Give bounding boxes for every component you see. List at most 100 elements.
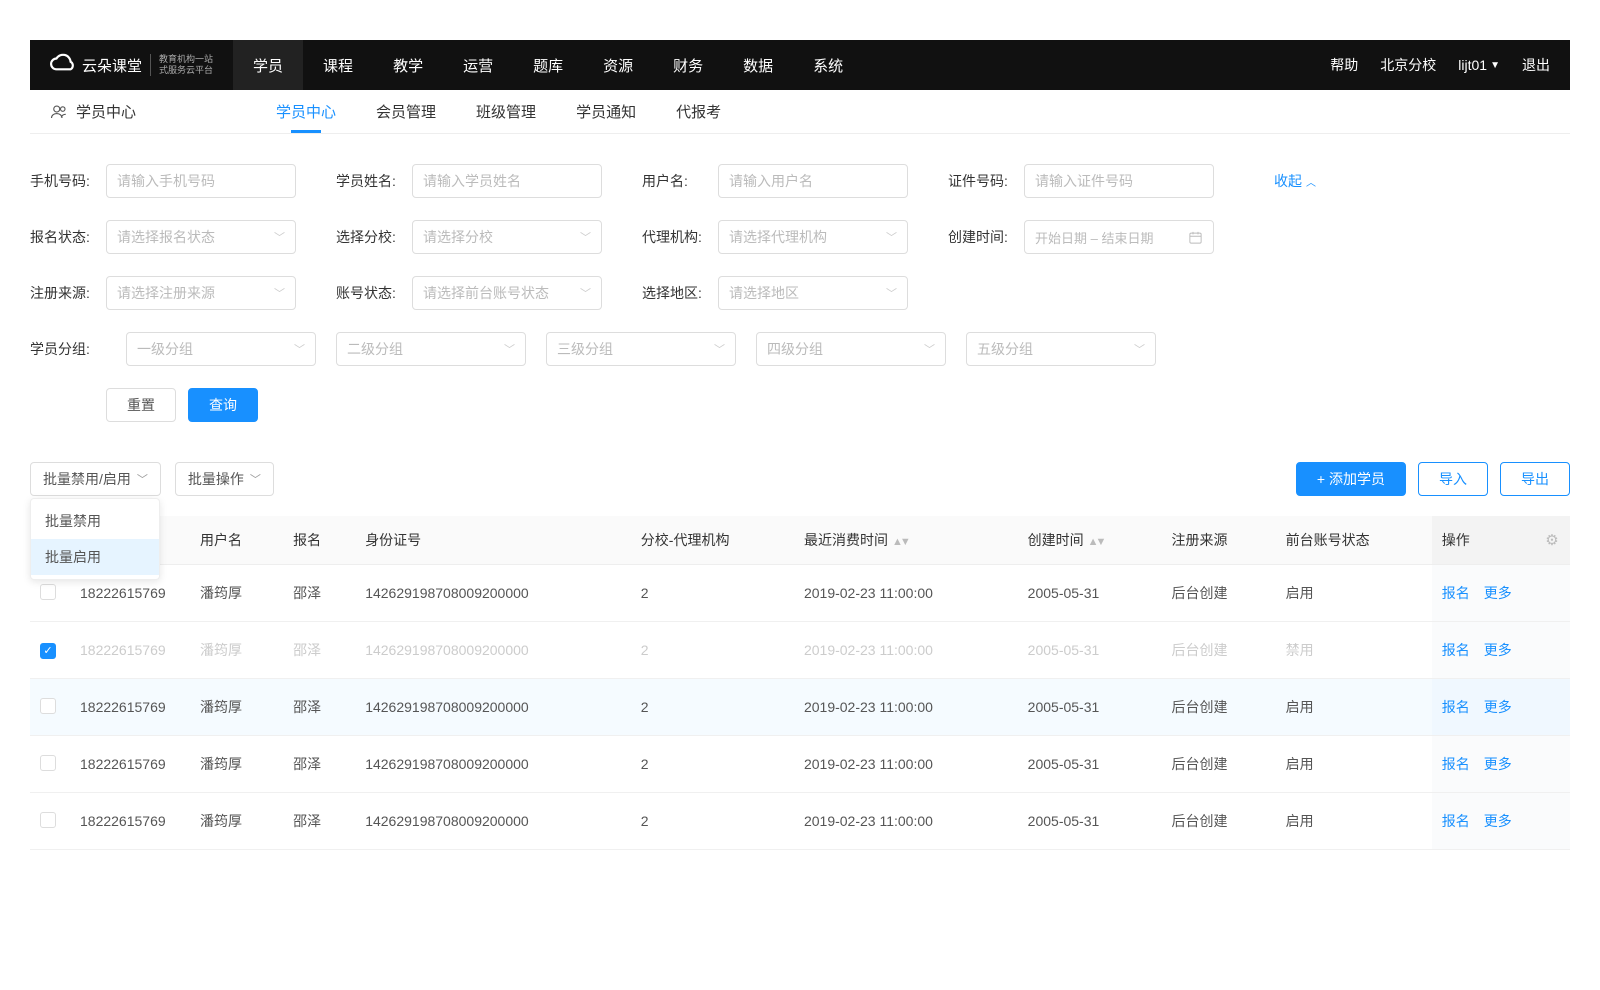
row-checkbox[interactable]	[40, 755, 56, 771]
top-nav-item[interactable]: 运营	[443, 40, 513, 90]
cell-create-time: 2005-05-31	[1018, 622, 1162, 679]
row-checkbox[interactable]	[40, 698, 56, 714]
user-menu[interactable]: lijt01▼	[1458, 57, 1500, 73]
gear-icon[interactable]: ⚙	[1545, 532, 1558, 549]
col-last-consume[interactable]: 最近消费时间▲▼	[794, 516, 1018, 565]
dropdown-item-disable[interactable]: 批量禁用	[31, 503, 159, 539]
action-more[interactable]: 更多	[1484, 813, 1512, 829]
action-enroll[interactable]: 报名	[1442, 813, 1470, 829]
cell-last-consume: 2019-02-23 11:00:00	[794, 565, 1018, 622]
idno-input[interactable]	[1024, 164, 1214, 198]
username-input[interactable]	[718, 164, 908, 198]
filter-label-phone: 手机号码:	[30, 171, 100, 191]
cell-idno: 142629198708009200000	[355, 622, 631, 679]
cell-phone: 18222615769	[70, 736, 190, 793]
table-row: 18222615769潘筠厚邵泽142629198708009200000220…	[30, 565, 1570, 622]
add-student-button[interactable]: + 添加学员	[1296, 462, 1406, 496]
top-nav-item[interactable]: 课程	[303, 40, 373, 90]
sub-nav-item[interactable]: 学员通知	[556, 90, 656, 133]
group-select[interactable]: 四级分组﹀	[756, 332, 946, 366]
group-select[interactable]: 一级分组﹀	[126, 332, 316, 366]
chevron-down-icon: ﹀	[924, 341, 935, 357]
name-input[interactable]	[412, 164, 602, 198]
cell-username: 潘筠厚	[190, 622, 283, 679]
row-checkbox[interactable]	[40, 812, 56, 828]
table-row: ✓18222615769潘筠厚邵泽14262919870800920000022…	[30, 622, 1570, 679]
batch-ops-button[interactable]: 批量操作﹀	[175, 462, 274, 496]
top-nav-item[interactable]: 题库	[513, 40, 583, 90]
top-nav-item[interactable]: 学员	[233, 40, 303, 90]
action-more[interactable]: 更多	[1484, 756, 1512, 772]
caret-down-icon: ▼	[1490, 60, 1500, 71]
filter-label-group: 学员分组:	[30, 332, 100, 366]
cell-phone: 18222615769	[70, 679, 190, 736]
cell-username: 潘筠厚	[190, 736, 283, 793]
cell-create-time: 2005-05-31	[1018, 793, 1162, 850]
action-enroll[interactable]: 报名	[1442, 699, 1470, 715]
branch-select[interactable]: 请选择分校﹀	[412, 220, 602, 254]
cell-enroll: 邵泽	[283, 679, 355, 736]
row-checkbox[interactable]	[40, 584, 56, 600]
cell-idno: 142629198708009200000	[355, 679, 631, 736]
batch-toggle-button[interactable]: 批量禁用/启用﹀	[30, 462, 161, 496]
group-select[interactable]: 三级分组﹀	[546, 332, 736, 366]
chevron-down-icon: ﹀	[580, 229, 591, 245]
action-more[interactable]: 更多	[1484, 699, 1512, 715]
sub-nav-item[interactable]: 班级管理	[456, 90, 556, 133]
cell-create-time: 2005-05-31	[1018, 679, 1162, 736]
logo[interactable]: 云朵课堂 教育机构一站式服务云平台	[50, 52, 233, 78]
logout-link[interactable]: 退出	[1522, 55, 1550, 75]
top-nav-item[interactable]: 资源	[583, 40, 653, 90]
group-select[interactable]: 五级分组﹀	[966, 332, 1156, 366]
reset-button[interactable]: 重置	[106, 388, 176, 422]
filter-label-branch: 选择分校:	[336, 227, 406, 247]
chevron-down-icon: ﹀	[714, 341, 725, 357]
top-nav-item[interactable]: 教学	[373, 40, 443, 90]
cell-branch: 2	[631, 736, 794, 793]
account-status-select[interactable]: 请选择前台账号状态﹀	[412, 276, 602, 310]
cell-branch: 2	[631, 793, 794, 850]
reg-source-select[interactable]: 请选择注册来源﹀	[106, 276, 296, 310]
collapse-toggle[interactable]: 收起︿	[1274, 171, 1316, 191]
action-more[interactable]: 更多	[1484, 585, 1512, 601]
col-create-time[interactable]: 创建时间▲▼	[1018, 516, 1162, 565]
chevron-down-icon: ﹀	[886, 229, 897, 245]
phone-input[interactable]	[106, 164, 296, 198]
action-more[interactable]: 更多	[1484, 642, 1512, 658]
chevron-down-icon: ﹀	[250, 471, 261, 487]
action-enroll[interactable]: 报名	[1442, 642, 1470, 658]
filter-label-reg-source: 注册来源:	[30, 283, 100, 303]
region-select[interactable]: 请选择地区﹀	[718, 276, 908, 310]
action-enroll[interactable]: 报名	[1442, 585, 1470, 601]
cell-last-consume: 2019-02-23 11:00:00	[794, 793, 1018, 850]
table-row: 18222615769潘筠厚邵泽142629198708009200000220…	[30, 736, 1570, 793]
dropdown-item-enable[interactable]: 批量启用	[31, 539, 159, 575]
row-checkbox[interactable]: ✓	[40, 643, 56, 659]
create-time-picker[interactable]: 开始日期 – 结束日期	[1024, 220, 1214, 254]
chevron-down-icon: ﹀	[274, 229, 285, 245]
cell-idno: 142629198708009200000	[355, 736, 631, 793]
agency-select[interactable]: 请选择代理机构﹀	[718, 220, 908, 254]
export-button[interactable]: 导出	[1500, 462, 1570, 496]
cell-account-status: 禁用	[1276, 622, 1432, 679]
group-select[interactable]: 二级分组﹀	[336, 332, 526, 366]
cell-last-consume: 2019-02-23 11:00:00	[794, 736, 1018, 793]
col-reg-source: 注册来源	[1162, 516, 1276, 565]
sub-nav-item[interactable]: 代报考	[656, 90, 741, 133]
top-nav-item[interactable]: 系统	[793, 40, 863, 90]
sub-nav-item[interactable]: 学员中心	[256, 90, 356, 133]
search-button[interactable]: 查询	[188, 388, 258, 422]
branch-link[interactable]: 北京分校	[1380, 55, 1436, 75]
top-nav-item[interactable]: 财务	[653, 40, 723, 90]
sub-nav-item[interactable]: 会员管理	[356, 90, 456, 133]
top-nav-item[interactable]: 数据	[723, 40, 793, 90]
cell-reg-source: 后台创建	[1162, 736, 1276, 793]
help-link[interactable]: 帮助	[1330, 55, 1358, 75]
cell-last-consume: 2019-02-23 11:00:00	[794, 622, 1018, 679]
cell-idno: 142629198708009200000	[355, 793, 631, 850]
enroll-status-select[interactable]: 请选择报名状态﹀	[106, 220, 296, 254]
import-button[interactable]: 导入	[1418, 462, 1488, 496]
top-nav-items: 学员课程教学运营题库资源财务数据系统	[233, 40, 863, 90]
sort-icon: ▲▼	[892, 536, 908, 548]
action-enroll[interactable]: 报名	[1442, 756, 1470, 772]
